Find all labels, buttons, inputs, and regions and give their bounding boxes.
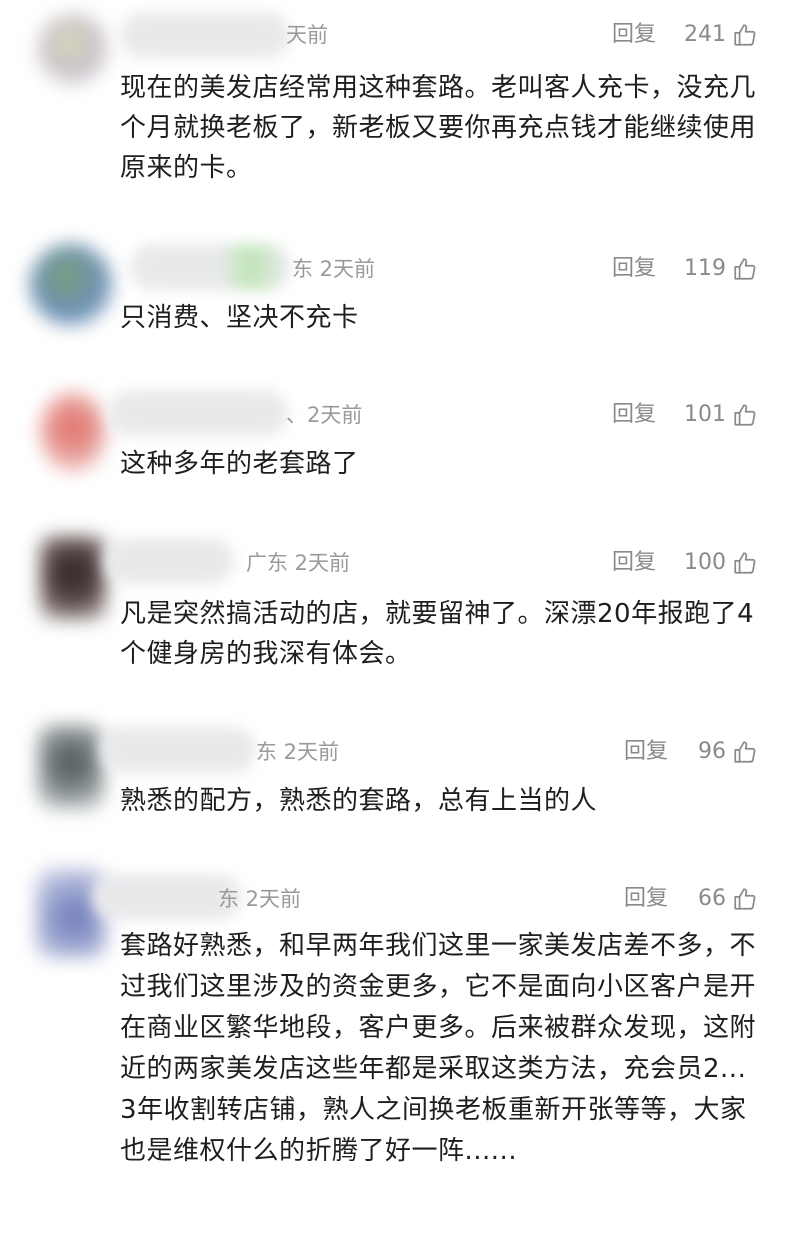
comment-text: 套路好熟悉，和早两年我们这里一家美发店差不多，不过我们这里涉及的资金更多，它不是…: [120, 931, 757, 1166]
comment-text: 现在的美发店经常用这种套路。老叫客人充卡，没充几个月就换老板了，新老板又要你再充…: [120, 73, 757, 183]
comment-text: 只消费、坚决不充卡: [120, 303, 359, 333]
username-blurred[interactable]: [104, 538, 234, 584]
thumbs-up-icon: [734, 888, 756, 910]
thumbs-up-icon: [734, 552, 756, 574]
username-blurred[interactable]: [108, 390, 288, 436]
avatar[interactable]: [40, 536, 106, 620]
like-count: 66: [698, 886, 726, 911]
like-button[interactable]: 101: [684, 398, 758, 432]
reply-button[interactable]: 回复: [624, 882, 668, 916]
thumbs-up-icon: [734, 24, 756, 46]
username-blurred[interactable]: [100, 727, 256, 773]
like-count: 119: [684, 256, 726, 281]
username-blurred[interactable]: [130, 244, 290, 290]
like-count: 96: [698, 739, 726, 764]
like-button[interactable]: 66: [698, 882, 758, 916]
comment-time: 广东 2天前: [246, 551, 351, 575]
reply-button[interactable]: 回复: [624, 735, 668, 769]
thumbs-up-icon: [734, 741, 756, 763]
thumbs-up-icon: [734, 258, 756, 280]
like-button[interactable]: 241: [684, 18, 758, 52]
reply-button[interactable]: 回复: [612, 398, 656, 432]
reply-button[interactable]: 回复: [612, 546, 656, 580]
like-count: 101: [684, 402, 726, 427]
thumbs-up-icon: [734, 404, 756, 426]
comment-text: 熟悉的配方，熟悉的套路，总有上当的人: [120, 786, 598, 816]
comment-time: 天前: [286, 23, 328, 47]
avatar[interactable]: [40, 392, 106, 472]
reply-button[interactable]: 回复: [612, 18, 656, 52]
comment-time: 东 2天前: [292, 257, 376, 281]
avatar[interactable]: [38, 14, 108, 84]
username-blurred[interactable]: [120, 12, 290, 58]
like-count: 241: [684, 22, 726, 47]
reply-button[interactable]: 回复: [612, 252, 656, 286]
comment-text: 凡是突然搞活动的店，就要留神了。深漂20年报跑了4个健身房的我深有体会。: [120, 599, 755, 669]
comment-time: 东 2天前: [256, 740, 340, 764]
like-button[interactable]: 96: [698, 735, 758, 769]
like-button[interactable]: 100: [684, 546, 758, 580]
comment-time: 、2天前: [286, 403, 363, 427]
avatar[interactable]: [36, 868, 106, 958]
avatar[interactable]: [38, 725, 104, 809]
like-count: 100: [684, 550, 726, 575]
like-button[interactable]: 119: [684, 252, 758, 286]
avatar[interactable]: [30, 244, 112, 326]
comment-text: 这种多年的老套路了: [120, 449, 359, 479]
comment-time: 东 2天前: [218, 887, 302, 911]
